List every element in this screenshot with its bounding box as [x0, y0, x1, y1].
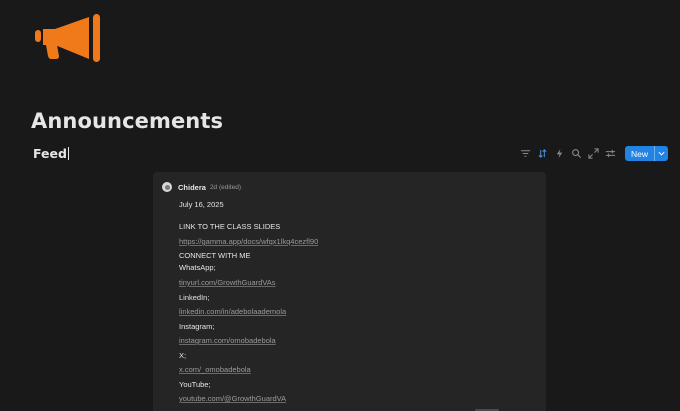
page-title: Announcements [31, 109, 224, 133]
post-link[interactable]: x.com/_omobadebola [179, 366, 251, 374]
filter-icon[interactable] [519, 147, 532, 160]
chevron-down-icon [658, 151, 665, 156]
post-link[interactable]: instagram.com/omobadebola [179, 337, 276, 345]
post-author[interactable]: Chidera [178, 183, 206, 192]
post-text-line: LinkedIn; [179, 293, 210, 302]
view-tab-feed[interactable]: Feed [33, 146, 69, 161]
post-link[interactable]: https://gamma.app/docs/wfqx1lkq4cezfl90 [179, 238, 318, 246]
new-dropdown-button[interactable] [654, 146, 668, 161]
post-header: Chidera 2d (edited) [162, 182, 241, 192]
new-button-group: New [624, 146, 668, 161]
sort-icon[interactable] [536, 147, 549, 160]
post-text-line: YouTube; [179, 380, 211, 389]
settings-icon[interactable] [604, 147, 617, 160]
avatar[interactable] [162, 182, 172, 192]
post-text-line: LINK TO THE CLASS SLIDES [179, 222, 281, 231]
feed-post-card[interactable]: Chidera 2d (edited) July 16, 2025 LINK T… [153, 172, 546, 411]
search-icon[interactable] [570, 147, 583, 160]
post-text-line: CONNECT WITH ME [179, 251, 251, 260]
post-text-line: WhatsApp; [179, 263, 216, 272]
lightning-icon[interactable] [553, 147, 566, 160]
post-text-line: X; [179, 351, 187, 360]
post-link[interactable]: tinyurl.com/GrowthGuardVAs [179, 279, 276, 287]
view-tab-label: Feed [33, 146, 67, 161]
database-toolbar: New [519, 146, 668, 161]
post-text-line: Instagram; [179, 322, 215, 331]
post-meta: 2d (edited) [209, 183, 242, 191]
expand-icon[interactable] [587, 147, 600, 160]
post-link[interactable]: linkedin.com/in/adebolaademola [179, 308, 286, 316]
new-button[interactable]: New [625, 146, 654, 161]
text-caret [67, 147, 69, 160]
post-date: July 16, 2025 [179, 200, 224, 209]
post-link[interactable]: youtube.com/@GrowthGuardVA [179, 395, 286, 403]
megaphone-icon [35, 14, 100, 62]
